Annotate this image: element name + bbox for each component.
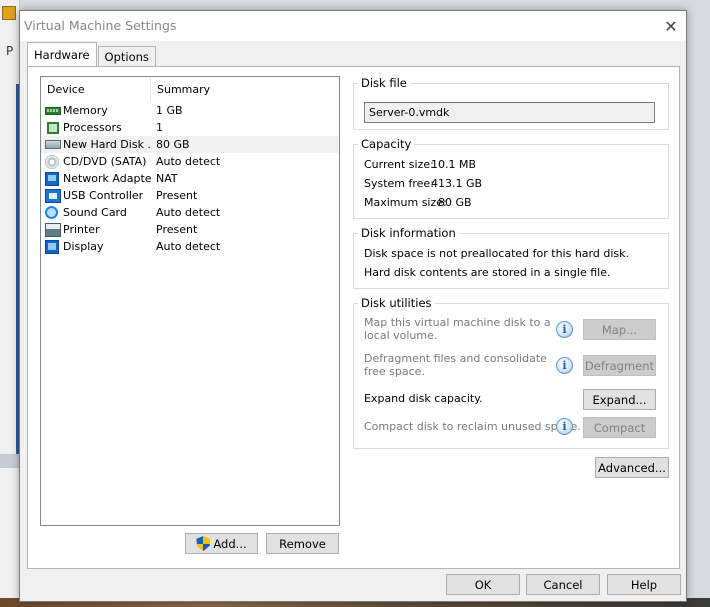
tab-hardware[interactable]: Hardware bbox=[27, 42, 97, 66]
hard-disk-icon bbox=[45, 140, 61, 149]
expand-button[interactable]: Expand... bbox=[583, 389, 656, 410]
device-name: Memory bbox=[63, 104, 108, 117]
memory-icon bbox=[45, 106, 61, 115]
background-window-strip: P bbox=[0, 0, 20, 607]
add-device-button[interactable]: Add... bbox=[185, 533, 258, 554]
background-app-icon bbox=[2, 6, 16, 20]
device-summary: NAT bbox=[156, 172, 178, 185]
disk-utilities-title: Disk utilities bbox=[358, 296, 435, 310]
display-icon bbox=[45, 239, 59, 254]
capacity-title: Capacity bbox=[358, 137, 415, 151]
device-name: Network Adapter bbox=[63, 172, 151, 185]
device-name: New Hard Disk ... bbox=[63, 138, 151, 151]
device-column-header[interactable]: Device bbox=[41, 77, 151, 101]
disk-utilities-group: Disk utilities Map this virtual machine … bbox=[353, 296, 669, 449]
device-row-usb-controller[interactable]: USB Controller Present bbox=[41, 187, 339, 204]
disk-information-title: Disk information bbox=[358, 226, 459, 240]
summary-column-header[interactable]: Summary bbox=[151, 77, 210, 101]
defragment-description: Defragment files and consolidate free sp… bbox=[364, 352, 547, 378]
device-row-processors[interactable]: Processors 1 bbox=[41, 119, 339, 136]
cancel-button[interactable]: Cancel bbox=[526, 574, 600, 595]
system-free-value: 413.1 GB bbox=[431, 177, 483, 190]
map-info-icon[interactable]: i bbox=[556, 321, 573, 338]
compact-description: Compact disk to reclaim unused space. bbox=[364, 420, 581, 433]
current-size-value: 10.1 MB bbox=[431, 158, 477, 171]
device-row-display[interactable]: Display Auto detect bbox=[41, 238, 339, 255]
usb-controller-icon bbox=[45, 188, 61, 203]
help-button[interactable]: Help bbox=[607, 574, 681, 595]
device-summary: Auto detect bbox=[156, 240, 221, 253]
cd-dvd-icon bbox=[45, 154, 59, 169]
defragment-info-icon[interactable]: i bbox=[556, 357, 573, 374]
compact-button[interactable]: Compact bbox=[583, 417, 656, 438]
map-description: Map this virtual machine disk to a local… bbox=[364, 316, 551, 342]
device-row-memory[interactable]: Memory 1 GB bbox=[41, 102, 339, 119]
tab-bar: Hardware Options bbox=[27, 42, 157, 66]
dialog-footer: OK Cancel Help bbox=[20, 570, 686, 602]
device-name: Processors bbox=[63, 121, 122, 134]
capacity-group: Capacity Current size: 10.1 MB System fr… bbox=[353, 137, 669, 219]
disk-info-line-2: Hard disk contents are stored in a singl… bbox=[364, 266, 611, 279]
compact-info-icon[interactable]: i bbox=[556, 418, 573, 435]
network-adapter-icon bbox=[45, 171, 59, 186]
disk-info-line-1: Disk space is not preallocated for this … bbox=[364, 247, 629, 260]
advanced-button[interactable]: Advanced... bbox=[595, 457, 669, 478]
ok-button[interactable]: OK bbox=[446, 574, 520, 595]
vm-settings-dialog: Virtual Machine Settings ✕ Hardware Opti… bbox=[19, 10, 687, 602]
device-rows: Memory 1 GB Processors 1 New Hard Disk .… bbox=[41, 102, 339, 255]
device-row-printer[interactable]: Printer Present bbox=[41, 221, 339, 238]
device-row-hard-disk[interactable]: New Hard Disk ... 80 GB bbox=[41, 136, 339, 153]
defragment-button[interactable]: Defragment bbox=[583, 355, 656, 376]
device-summary: Auto detect bbox=[156, 155, 221, 168]
maximum-size-value: 80 GB bbox=[438, 196, 472, 209]
device-name: Sound Card bbox=[63, 206, 127, 219]
device-list-header: Device Summary bbox=[41, 77, 339, 101]
background-text: P bbox=[6, 44, 14, 58]
title-bar: Virtual Machine Settings ✕ bbox=[20, 11, 686, 41]
system-free-label: System free: bbox=[364, 177, 434, 190]
device-summary: 80 GB bbox=[156, 138, 190, 151]
close-button[interactable]: ✕ bbox=[660, 15, 682, 37]
background-panel bbox=[0, 454, 20, 468]
device-name: Printer bbox=[63, 223, 100, 236]
device-list[interactable]: Device Summary Memory 1 GB Processors 1 … bbox=[40, 76, 340, 526]
device-summary: Present bbox=[156, 189, 198, 202]
device-row-cd-dvd[interactable]: CD/DVD (SATA) Auto detect bbox=[41, 153, 339, 170]
map-button[interactable]: Map... bbox=[583, 319, 656, 340]
tab-options[interactable]: Options bbox=[97, 46, 156, 66]
disk-file-title: Disk file bbox=[358, 76, 410, 90]
close-icon: ✕ bbox=[664, 16, 678, 36]
device-row-sound-card[interactable]: Sound Card Auto detect bbox=[41, 204, 339, 221]
disk-file-field[interactable]: Server-0.vmdk bbox=[364, 102, 655, 123]
device-name: Display bbox=[63, 240, 104, 253]
printer-icon bbox=[45, 222, 61, 237]
disk-information-group: Disk information Disk space is not preal… bbox=[353, 226, 669, 289]
uac-shield-icon bbox=[196, 536, 211, 551]
disk-file-group: Disk file Server-0.vmdk bbox=[353, 76, 669, 130]
expand-description: Expand disk capacity. bbox=[364, 392, 483, 405]
device-summary: Present bbox=[156, 223, 198, 236]
device-summary: Auto detect bbox=[156, 206, 221, 219]
device-name: USB Controller bbox=[63, 189, 144, 202]
remove-device-button[interactable]: Remove bbox=[266, 533, 339, 554]
maximum-size-label: Maximum size: bbox=[364, 196, 447, 209]
processor-icon bbox=[47, 121, 59, 134]
add-button-label: Add... bbox=[213, 536, 247, 551]
sound-card-icon bbox=[45, 206, 58, 219]
hardware-tab-panel: Device Summary Memory 1 GB Processors 1 … bbox=[27, 66, 680, 569]
device-name: CD/DVD (SATA) bbox=[63, 155, 147, 168]
device-summary: 1 GB bbox=[156, 104, 183, 117]
current-size-label: Current size: bbox=[364, 158, 434, 171]
device-row-network-adapter[interactable]: Network Adapter NAT bbox=[41, 170, 339, 187]
window-title: Virtual Machine Settings bbox=[24, 18, 177, 33]
device-summary: 1 bbox=[156, 121, 163, 134]
